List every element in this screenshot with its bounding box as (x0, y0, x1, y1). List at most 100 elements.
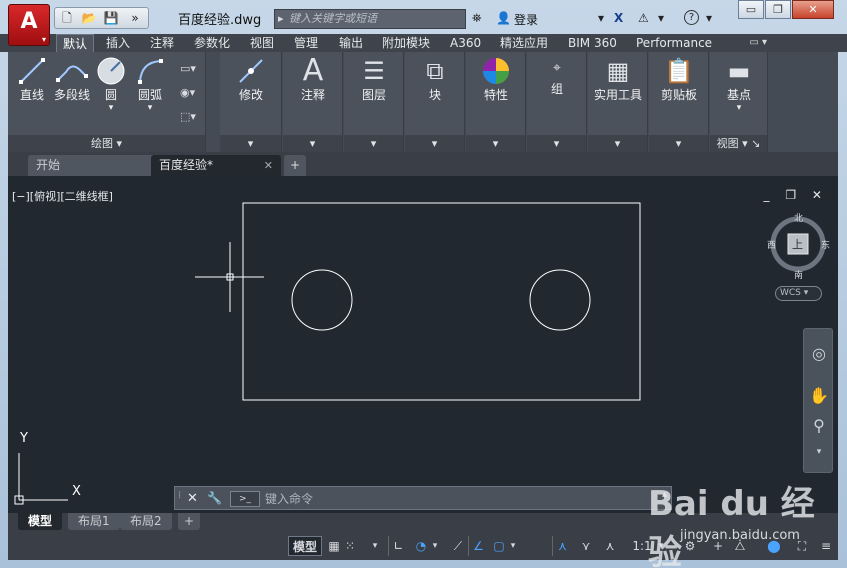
search-input[interactable]: 键入关键字或短语 (274, 9, 466, 29)
viewcube-south[interactable]: 南 (794, 268, 803, 281)
block-button[interactable]: ⧉ 块 (409, 56, 461, 103)
new-file-icon[interactable]: 🗋 (59, 11, 75, 25)
chevron-down-icon[interactable]: ▾ (508, 536, 518, 556)
modify-panel-expand[interactable]: ▾ (220, 135, 281, 152)
line-button[interactable]: 直线 (14, 56, 50, 103)
object-snap-icon[interactable]: ▢ (490, 536, 508, 556)
utilities-panel-expand[interactable]: ▾ (588, 135, 647, 152)
tab-bim360[interactable]: BIM 360 (562, 34, 623, 52)
chevron-down-icon[interactable]: ▾ (706, 11, 712, 25)
utilities-button[interactable]: ▦ 实用工具 (590, 56, 646, 103)
layers-panel-expand[interactable]: ▾ (344, 135, 403, 152)
clipboard-button[interactable]: 📋 剪贴板 (653, 56, 705, 103)
tab-addins[interactable]: 附加模块 (376, 34, 436, 52)
rectangle-outline[interactable] (242, 202, 641, 401)
region-icon[interactable]: ⬚▾ (180, 110, 200, 126)
tab-view[interactable]: 视图 (244, 34, 280, 52)
viewcube-east[interactable]: 东 (821, 238, 830, 251)
tab-current-drawing[interactable]: 百度经验* ✕ (151, 155, 281, 176)
properties-panel-expand[interactable]: ▾ (466, 135, 525, 152)
command-prompt-icon[interactable]: >_ (230, 491, 260, 507)
tab-output[interactable]: 输出 (333, 34, 369, 52)
ribbon-tab-bar: 默认 插入 注释 参数化 视图 管理 输出 附加模块 A360 精选应用 BIM… (0, 34, 847, 52)
clipboard-panel-expand[interactable]: ▾ (649, 135, 708, 152)
annotation-visibility-icon[interactable]: ⋏ (552, 536, 572, 556)
tab-layout2[interactable]: 布局2 (120, 513, 172, 530)
close-tab-icon[interactable]: ✕ (264, 155, 273, 176)
help-icon[interactable]: ? (684, 10, 699, 25)
zoom-icon[interactable]: ⚲ (808, 415, 830, 437)
wrench-icon[interactable]: 🔧 (207, 491, 222, 505)
viewcube-west[interactable]: 西 (767, 238, 776, 251)
ortho-icon[interactable]: ∟ (388, 536, 408, 556)
autoscale-icon[interactable]: ⋎ (576, 536, 596, 556)
chevron-down-icon[interactable]: ▾ (598, 11, 604, 25)
viewcube-top-face[interactable]: 上 (792, 236, 803, 252)
drawing-area[interactable]: [−][俯视][二维线框] _ ❐ ✕ Y X 北 南 东 西 上 WCS ▾ … (8, 176, 838, 513)
view-panel-footer[interactable]: 视图 ▾ ↘ (710, 135, 767, 152)
tab-default[interactable]: 默认 (56, 34, 95, 52)
wcs-menu[interactable]: WCS ▾ (775, 286, 822, 301)
chevron-down-icon[interactable]: ▾ (430, 536, 440, 556)
model-space-button[interactable]: 模型 (288, 536, 322, 556)
login-button[interactable]: 登录 (514, 11, 538, 28)
save-icon[interactable]: 💾 (103, 11, 119, 25)
tab-parametric[interactable]: 参数化 (188, 34, 236, 52)
close-command-line-icon[interactable]: ✕ (187, 491, 198, 506)
object-snap-tracking-icon[interactable]: ∠ (468, 536, 488, 556)
chevron-down-icon[interactable]: ▾ (658, 11, 664, 25)
polar-tracking-icon[interactable]: ◔ (412, 536, 430, 556)
restore-button[interactable]: ❐ (765, 0, 791, 19)
layers-button[interactable]: ☰ 图层 (348, 56, 400, 103)
basepoint-button[interactable]: ▬ 基点 ▾ (714, 56, 764, 113)
a360-icon[interactable]: ⚠ (638, 11, 649, 25)
more-icon[interactable]: » (127, 11, 143, 25)
close-button[interactable]: ✕ (792, 0, 834, 19)
annotation-panel-expand[interactable]: ▾ (283, 135, 342, 152)
line-icon (14, 56, 50, 86)
steering-wheel-icon[interactable]: ◎ (808, 343, 830, 365)
pan-hand-icon[interactable]: ✋ (808, 385, 830, 407)
tab-featured-apps[interactable]: 精选应用 (494, 34, 554, 52)
application-menu-button[interactable]: A ▾ (8, 4, 50, 46)
block-panel-expand[interactable]: ▾ (405, 135, 464, 152)
tab-start[interactable]: 开始 (28, 155, 158, 176)
hatch-icon[interactable]: ◉▾ (180, 86, 200, 102)
tab-manage[interactable]: 管理 (288, 34, 324, 52)
isodraft-icon[interactable]: ⟋ (448, 536, 468, 556)
rectangle-icon[interactable]: ▭▾ (180, 62, 200, 78)
viewcube-north[interactable]: 北 (794, 211, 803, 224)
open-file-icon[interactable]: 📂 (81, 11, 97, 25)
draw-panel-footer[interactable]: 绘图 ▾ (8, 135, 205, 152)
arc-button[interactable]: 圆弧 ▾ (132, 56, 168, 113)
polyline-button[interactable]: 多段线 (50, 56, 94, 103)
ribbon-minimize-toggle[interactable]: ▭ ▾ (749, 37, 767, 48)
right-circle[interactable] (529, 269, 591, 331)
snap-icon[interactable]: ⁙ (344, 536, 356, 556)
tab-insert[interactable]: 插入 (100, 34, 136, 52)
tab-layout1[interactable]: 布局1 (68, 513, 120, 530)
circle-button[interactable]: 圆 ▾ (94, 56, 128, 113)
annotation-scale-icon[interactable]: ⋏ (600, 536, 620, 556)
tab-performance[interactable]: Performance (630, 34, 718, 52)
annotation-button[interactable]: A 注释 (287, 56, 339, 103)
properties-button[interactable]: 特性 (470, 56, 522, 103)
group-button[interactable]: ⌖ 组 (531, 56, 583, 97)
tab-annotate[interactable]: 注释 (144, 34, 180, 52)
chevron-down-icon[interactable]: ▾ (370, 536, 380, 556)
minimize-button[interactable]: ▭ (738, 0, 764, 19)
left-circle[interactable] (291, 269, 353, 331)
binoculars-icon[interactable]: ⛯ (472, 11, 482, 26)
add-layout-button[interactable]: + (178, 513, 201, 530)
group-panel-expand[interactable]: ▾ (527, 135, 586, 152)
tab-model[interactable]: 模型 (18, 513, 63, 530)
new-tab-button[interactable]: + (284, 155, 306, 176)
chevron-down-icon[interactable]: ▾ (808, 441, 830, 463)
modify-button[interactable]: 修改 (224, 56, 278, 103)
grid-icon[interactable]: ▦ (326, 536, 342, 556)
viewcube[interactable]: 北 南 东 西 上 (767, 214, 830, 281)
tab-a360[interactable]: A360 (444, 34, 487, 52)
exchange-apps-icon[interactable]: X (614, 11, 623, 25)
command-input[interactable] (265, 491, 660, 507)
grip-handle[interactable]: ⁞ (178, 490, 181, 501)
